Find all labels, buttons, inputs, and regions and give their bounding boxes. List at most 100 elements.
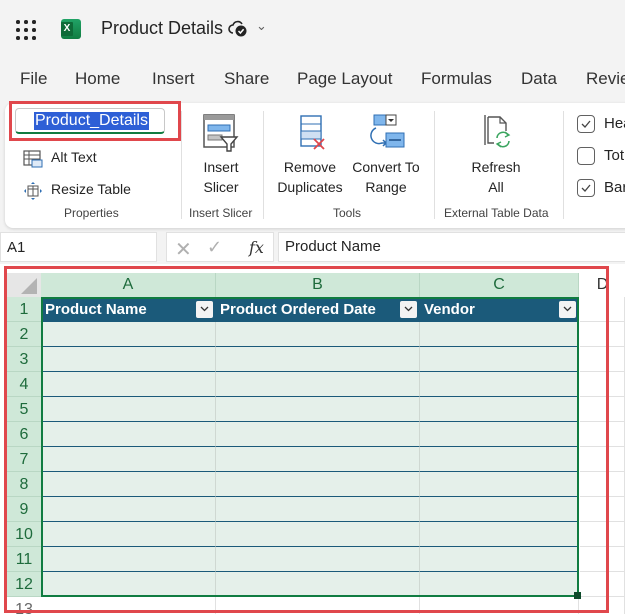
table-cell[interactable] [216, 572, 420, 597]
row-header-12[interactable]: 12 [7, 572, 41, 597]
table-cell[interactable] [420, 372, 579, 397]
sheet-cell[interactable] [580, 597, 625, 614]
sheet-cell[interactable] [580, 372, 625, 397]
row-header-3[interactable]: 3 [7, 347, 41, 372]
enter-icon[interactable]: ✓ [207, 237, 222, 258]
row-header-9[interactable]: 9 [7, 497, 41, 522]
row-header-1[interactable]: 1 [7, 297, 41, 322]
sheet-cell[interactable] [580, 497, 625, 522]
sheet-cell[interactable] [580, 397, 625, 422]
table-cell[interactable] [41, 447, 216, 472]
table-resize-handle[interactable] [574, 592, 581, 599]
formula-input[interactable]: Product Name [278, 232, 625, 262]
table-cell[interactable] [216, 322, 420, 347]
table-cell[interactable] [41, 472, 216, 497]
table-cell[interactable] [216, 472, 420, 497]
sheet-cell[interactable] [420, 597, 579, 614]
checkbox-box[interactable] [577, 115, 595, 133]
table-cell[interactable] [41, 572, 216, 597]
table-cell[interactable] [216, 372, 420, 397]
tab-data[interactable]: Data [521, 69, 557, 89]
table-cell[interactable] [420, 397, 579, 422]
table-cell[interactable] [420, 347, 579, 372]
table-cell[interactable] [41, 547, 216, 572]
chevron-down-icon[interactable]: ⌄ [256, 18, 267, 34]
filter-dropdown-button[interactable] [559, 301, 576, 318]
tab-home[interactable]: Home [75, 69, 120, 89]
table-cell[interactable] [41, 372, 216, 397]
table-cell[interactable] [420, 522, 579, 547]
row-header-2[interactable]: 2 [7, 322, 41, 347]
table-header-cell[interactable]: Product Name [41, 297, 216, 322]
row-header-7[interactable]: 7 [7, 447, 41, 472]
filter-dropdown-button[interactable] [400, 301, 417, 318]
table-header-cell[interactable]: Product Ordered Date [216, 297, 420, 322]
table-cell[interactable] [41, 497, 216, 522]
row-header-13[interactable]: 13 [7, 597, 41, 614]
cloud-saved-icon[interactable] [228, 20, 248, 38]
checkbox-box[interactable] [577, 179, 595, 197]
sheet-cell[interactable] [41, 597, 216, 614]
table-cell[interactable] [216, 422, 420, 447]
column-header-c[interactable]: C [420, 273, 579, 297]
table-cell[interactable] [216, 497, 420, 522]
alt-text-button[interactable]: Alt Text [23, 148, 143, 170]
row-header-8[interactable]: 8 [7, 472, 41, 497]
cancel-icon[interactable]: ✕ [175, 237, 192, 262]
tab-insert[interactable]: Insert [152, 69, 195, 89]
chevron-down-icon[interactable]: ⌄ [7, 240, 150, 253]
table-cell[interactable] [420, 572, 579, 597]
sheet-cell[interactable] [580, 297, 625, 322]
checkbox-box[interactable] [577, 147, 595, 165]
sheet-cell[interactable] [580, 472, 625, 497]
table-cell[interactable] [420, 472, 579, 497]
row-header-6[interactable]: 6 [7, 422, 41, 447]
tab-share[interactable]: Share [224, 69, 269, 89]
sheet-cell[interactable] [580, 547, 625, 572]
sheet-cell[interactable] [580, 522, 625, 547]
table-cell[interactable] [41, 522, 216, 547]
sheet-cell[interactable] [580, 347, 625, 372]
app-launcher-icon[interactable] [16, 20, 36, 40]
column-header-b[interactable]: B [216, 273, 420, 297]
tab-formulas[interactable]: Formulas [421, 69, 492, 89]
table-cell[interactable] [41, 347, 216, 372]
table-cell[interactable] [216, 522, 420, 547]
row-header-4[interactable]: 4 [7, 372, 41, 397]
table-cell[interactable] [216, 447, 420, 472]
row-header-10[interactable]: 10 [7, 522, 41, 547]
table-cell[interactable] [216, 347, 420, 372]
sheet-cell[interactable] [580, 447, 625, 472]
sheet-cell[interactable] [216, 597, 420, 614]
refresh-all-button[interactable]: Refresh All [463, 113, 529, 197]
table-cell[interactable] [420, 447, 579, 472]
table-cell[interactable] [41, 422, 216, 447]
table-cell[interactable] [420, 497, 579, 522]
column-header-d[interactable]: D [580, 273, 625, 297]
tab-review[interactable]: Revie [586, 69, 625, 89]
table-cell[interactable] [41, 397, 216, 422]
table-cell[interactable] [41, 322, 216, 347]
sheet-cell[interactable] [580, 422, 625, 447]
sheet-cell[interactable] [580, 572, 625, 597]
table-cell[interactable] [420, 322, 579, 347]
filter-dropdown-button[interactable] [196, 301, 213, 318]
tab-page-layout[interactable]: Page Layout [297, 69, 392, 89]
sheet-cell[interactable] [580, 322, 625, 347]
name-box[interactable]: A1 ⌄ [0, 232, 157, 262]
table-cell[interactable] [216, 397, 420, 422]
table-header-cell[interactable]: Vendor [420, 297, 579, 322]
row-header-5[interactable]: 5 [7, 397, 41, 422]
remove-duplicates-button[interactable]: Remove Duplicates [273, 113, 347, 197]
insert-slicer-button[interactable]: Insert Slicer [195, 113, 247, 197]
table-cell[interactable] [420, 422, 579, 447]
document-title[interactable]: Product Details [101, 18, 223, 39]
row-header-11[interactable]: 11 [7, 547, 41, 572]
table-cell[interactable] [216, 547, 420, 572]
select-all-button[interactable] [7, 273, 41, 297]
table-cell[interactable] [420, 547, 579, 572]
column-header-a[interactable]: A [41, 273, 216, 297]
insert-function-icon[interactable]: fx [249, 238, 264, 257]
resize-table-button[interactable]: Resize Table [23, 180, 163, 202]
convert-to-range-button[interactable]: Convert To Range [347, 113, 425, 197]
